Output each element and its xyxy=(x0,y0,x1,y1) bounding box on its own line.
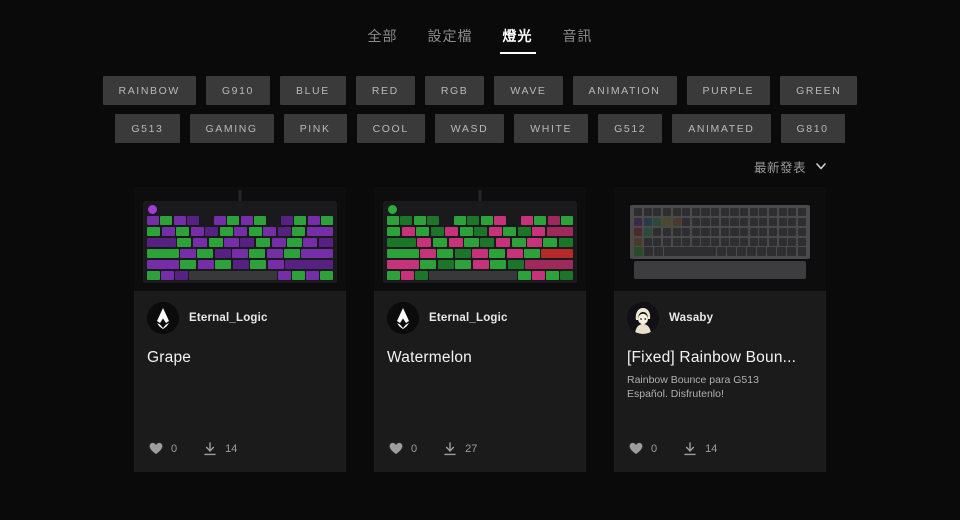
author-name: Eternal_Logic xyxy=(429,311,508,324)
tag-chip-animated[interactable]: ANIMATED xyxy=(672,113,771,143)
like-stat[interactable]: 0 xyxy=(149,442,177,455)
tab-label: 全部 xyxy=(367,28,398,44)
keyboard-cable xyxy=(238,189,242,201)
card-title: Grape xyxy=(147,348,192,366)
like-count: 0 xyxy=(651,442,658,455)
download-count: 27 xyxy=(465,442,478,455)
tag-row-1: RAINBOW G910 BLUE RED RGB WAVE ANIMATION… xyxy=(0,75,960,105)
keyboard-palmrest xyxy=(634,260,806,279)
download-stat[interactable]: 14 xyxy=(683,442,717,456)
heart-icon xyxy=(389,442,403,455)
profile-card[interactable]: Eternal_Logic Watermelon 0 27 xyxy=(374,186,586,472)
card-author[interactable]: Eternal_Logic xyxy=(134,291,346,337)
tag-chip-wasd[interactable]: WASD xyxy=(434,113,505,143)
sort-row: 最新發表 xyxy=(130,157,830,176)
profile-card[interactable]: Eternal_Logic Grape 0 14 xyxy=(134,186,346,472)
assassins-creed-avatar xyxy=(387,301,419,334)
heart-icon xyxy=(149,442,163,455)
card-author[interactable]: Wasaby xyxy=(614,291,826,337)
keyboard-image xyxy=(143,200,337,283)
assassins-creed-avatar xyxy=(147,301,179,334)
tag-chip-gaming[interactable]: GAMING xyxy=(189,113,274,143)
logitech-g-logo-icon xyxy=(388,204,397,214)
tag-chip-g512[interactable]: G512 xyxy=(598,113,663,143)
sort-dropdown[interactable]: 最新發表 xyxy=(754,157,827,176)
download-stat[interactable]: 27 xyxy=(443,442,477,456)
heart-icon xyxy=(629,442,643,455)
tag-chip-rainbow[interactable]: RAINBOW xyxy=(102,75,196,105)
keyboard-image xyxy=(383,200,577,283)
download-icon xyxy=(683,442,697,456)
tag-chip-wave[interactable]: WAVE xyxy=(494,75,563,105)
tag-chip-animation[interactable]: ANIMATION xyxy=(572,75,677,105)
card-thumbnail-rainbow-bounce xyxy=(614,186,826,291)
download-count: 14 xyxy=(705,442,718,455)
card-title: Watermelon xyxy=(387,348,472,366)
card-description: Rainbow Bounce para G513 Español. Disfrut… xyxy=(627,373,759,400)
keyboard-keys xyxy=(387,215,573,280)
active-tab-underline xyxy=(499,51,536,54)
logitech-g-logo-icon xyxy=(148,204,157,214)
like-count: 0 xyxy=(171,442,178,455)
card-title: [Fixed] Rainbow Boun... xyxy=(627,348,797,366)
card-stats: 0 14 xyxy=(614,442,826,472)
author-name: Wasaby xyxy=(669,311,714,324)
tag-chip-blue[interactable]: BLUE xyxy=(279,75,346,105)
keyboard-keys xyxy=(634,207,807,256)
app-root: 全部 設定檔 燈光 音訊 RAINBOW G910 BLUE RED RGB W… xyxy=(0,0,960,520)
download-stat[interactable]: 14 xyxy=(203,442,237,456)
card-thumbnail-watermelon xyxy=(374,186,586,291)
keyboard-image xyxy=(630,204,810,259)
tag-row-2: G513 GAMING PINK COOL WASD WHITE G512 AN… xyxy=(0,113,960,143)
keyboard-keys xyxy=(147,215,333,280)
tab-lighting[interactable]: 燈光 xyxy=(499,26,536,54)
download-count: 14 xyxy=(225,442,238,455)
tag-chip-red[interactable]: RED xyxy=(355,75,415,105)
tab-label: 設定檔 xyxy=(427,28,473,44)
card-stats: 0 27 xyxy=(374,442,586,472)
tag-chip-pink[interactable]: PINK xyxy=(283,113,347,143)
chevron-down-icon xyxy=(815,160,827,172)
tag-chip-green[interactable]: GREEN xyxy=(780,75,858,105)
author-name: Eternal_Logic xyxy=(189,311,268,324)
tab-label: 燈光 xyxy=(502,28,533,44)
card-thumbnail-grape xyxy=(134,186,346,291)
tab-label: 音訊 xyxy=(562,28,593,44)
download-icon xyxy=(203,442,217,456)
tag-chip-cool[interactable]: COOL xyxy=(356,113,425,143)
tag-chip-white[interactable]: WHITE xyxy=(514,113,589,143)
card-body: [Fixed] Rainbow Boun... Rainbow Bounce p… xyxy=(614,337,826,442)
card-author[interactable]: Eternal_Logic xyxy=(374,291,586,337)
profile-card[interactable]: Wasaby [Fixed] Rainbow Boun... Rainbow B… xyxy=(614,186,826,472)
card-stats: 0 14 xyxy=(134,442,346,472)
anime-character-avatar xyxy=(627,301,659,334)
tag-chip-g910[interactable]: G910 xyxy=(205,75,270,105)
tag-chip-g810[interactable]: G810 xyxy=(780,113,845,143)
like-stat[interactable]: 0 xyxy=(389,442,417,455)
tag-chip-g513[interactable]: G513 xyxy=(115,113,180,143)
tab-all[interactable]: 全部 xyxy=(365,26,401,54)
like-stat[interactable]: 0 xyxy=(629,442,657,455)
tag-chip-rgb[interactable]: RGB xyxy=(424,75,485,105)
card-body: Grape xyxy=(134,337,346,442)
profile-card-grid: Eternal_Logic Grape 0 14 Eternal_Logic W… xyxy=(0,186,960,472)
category-tabs: 全部 設定檔 燈光 音訊 xyxy=(0,0,960,54)
download-icon xyxy=(443,442,457,456)
like-count: 0 xyxy=(411,442,418,455)
tag-chip-purple[interactable]: PURPLE xyxy=(686,75,771,105)
tab-audio[interactable]: 音訊 xyxy=(560,26,596,54)
card-body: Watermelon xyxy=(374,337,586,442)
tag-filter-list: RAINBOW G910 BLUE RED RGB WAVE ANIMATION… xyxy=(0,54,960,143)
sort-label: 最新發表 xyxy=(753,160,806,175)
tab-profiles[interactable]: 設定檔 xyxy=(425,26,476,54)
keyboard-cable xyxy=(478,189,482,201)
